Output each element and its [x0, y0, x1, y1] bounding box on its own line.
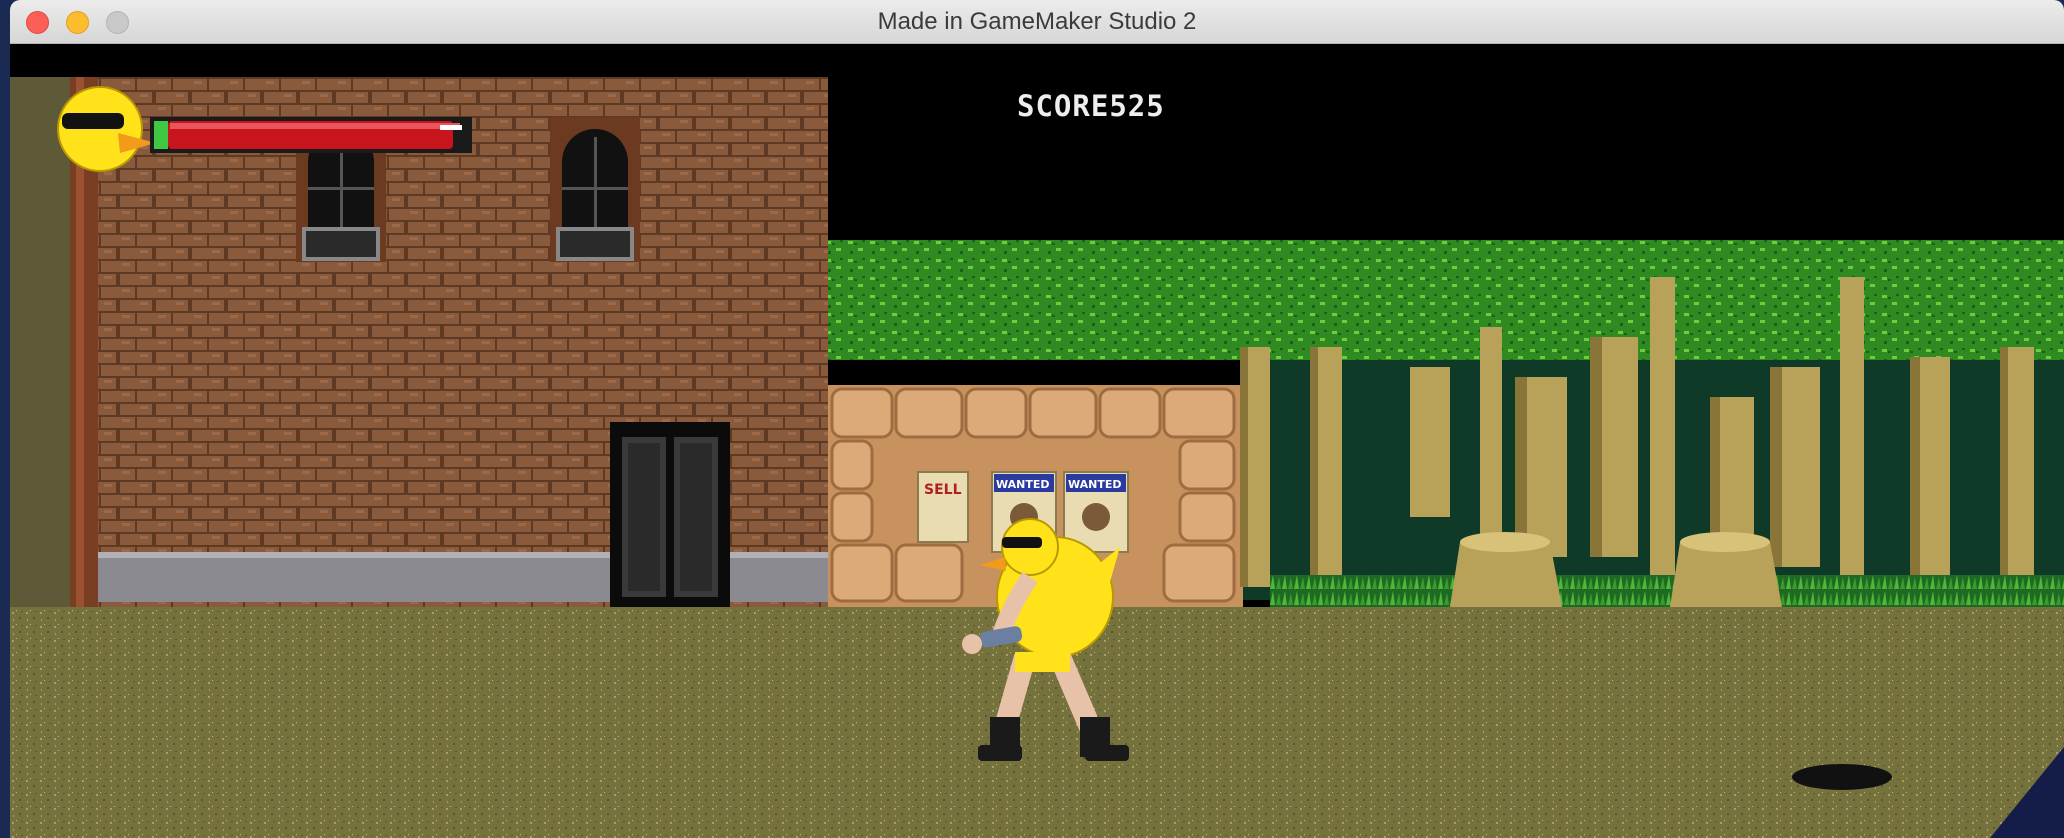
game-window: Made in GameMaker Studio 2 SELL WANTED W…: [10, 0, 2064, 838]
poster-wanted-1-text: WANTED: [996, 478, 1050, 491]
window-title: Made in GameMaker Studio 2: [877, 8, 1197, 35]
game-scene: SELL WANTED WANTED: [10, 77, 2064, 838]
poster-sell: SELL: [917, 471, 969, 543]
poster-wanted-2-text: WANTED: [1068, 478, 1122, 491]
tree-canopy: [828, 240, 2064, 360]
building-door: [610, 422, 730, 607]
ground-hole: [1792, 764, 1892, 790]
score-value: 525: [1109, 89, 1165, 123]
poster-sell-text: SELL: [924, 482, 962, 498]
score-display: SCORE525: [1017, 89, 1165, 123]
title-bar: Made in GameMaker Studio 2: [10, 0, 2064, 44]
score-label: SCORE: [1017, 89, 1110, 123]
building-window-right: [550, 117, 640, 262]
brick-building: [98, 77, 828, 607]
game-viewport[interactable]: SELL WANTED WANTED SCORE525: [10, 77, 2064, 838]
